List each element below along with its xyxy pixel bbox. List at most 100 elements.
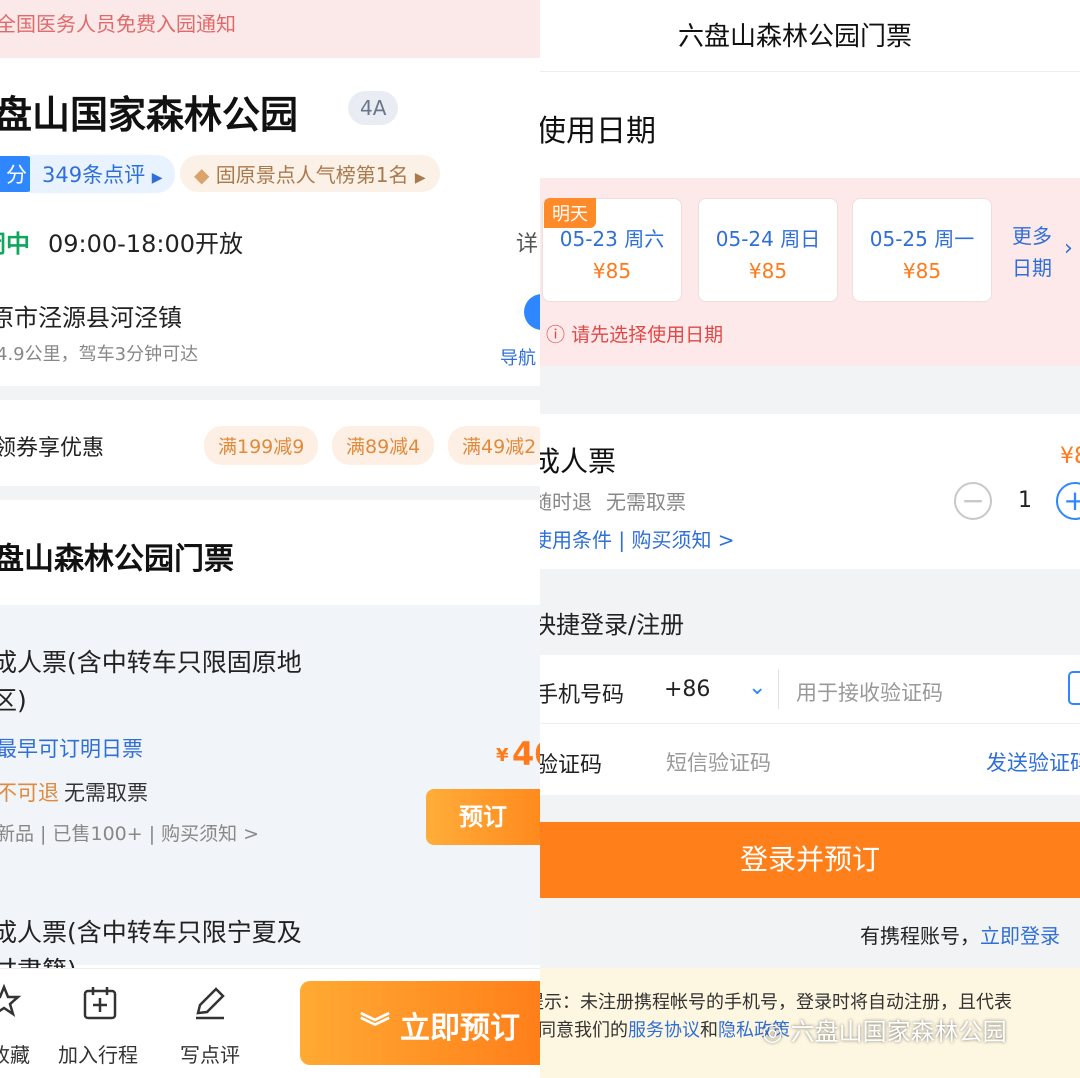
left-screen: 全国医务人员免费入园通知 盘山国家森林公园 4A 分 349条点评 ▶ ◆ 固原… xyxy=(0,0,540,1078)
coupon-3[interactable]: 满49减2 xyxy=(448,426,540,465)
rank-pill[interactable]: ◆ 固原景点人气榜第1名 ▶ xyxy=(180,155,440,192)
date-heading: 使用日期 xyxy=(540,114,656,149)
conditions-link[interactable]: 使用条件 | 购买须知 > xyxy=(540,524,735,553)
favorite-label[interactable]: 收藏 xyxy=(0,1039,30,1068)
date-card-3[interactable]: 05-25 周一 ¥85 xyxy=(852,198,992,302)
chevron-right-icon[interactable]: › xyxy=(1064,236,1073,261)
pencil-icon[interactable] xyxy=(192,985,228,1021)
coupon-2[interactable]: 满89减4 xyxy=(332,426,435,465)
phone-label: 手机号码 xyxy=(540,683,625,708)
earliest-booking: 最早可订明日票 xyxy=(0,737,143,761)
date-price: ¥85 xyxy=(748,259,788,283)
open-status: 闭中 xyxy=(0,230,30,258)
more-dates-button[interactable]: 更多 日期 xyxy=(1012,220,1052,284)
header: 六盘山森林公园门票 xyxy=(540,0,1080,72)
details-link[interactable]: 详 xyxy=(516,226,538,258)
ticket-name-line2: 区) xyxy=(0,686,27,715)
address: 原市泾源县河泾镇 xyxy=(0,304,182,332)
ticket-item-1[interactable]: 成人票(含中转车只限固原地 区) 最早可订明日票 不可退 无需取票 新品 | 已… xyxy=(0,605,540,985)
tip-and-text: 和 xyxy=(700,1020,718,1041)
attraction-info-card: 盘山国家森林公园 4A 分 349条点评 ▶ ◆ 固原景点人气榜第1名 ▶ 闭中… xyxy=(0,58,540,386)
notice-text: 全国医务人员免费入园通知 xyxy=(0,12,236,36)
quantity-value: 1 xyxy=(1018,488,1032,513)
ticket2-name-line1: 成人票(含中转车只限宁夏及 xyxy=(0,918,302,947)
section-title: 盘山森林公园门票 xyxy=(0,542,234,577)
add-trip-icon[interactable] xyxy=(82,985,118,1021)
has-account-text: 有携程账号， xyxy=(860,924,980,948)
coupon-label: 领券享优惠 xyxy=(0,436,105,461)
watermark: ◎ 六盘山国家森林公园 xyxy=(762,1012,1007,1047)
form-divider xyxy=(540,723,1080,724)
quantity-increase-button[interactable]: + xyxy=(1056,482,1080,520)
diamond-icon: ◆ xyxy=(194,163,210,187)
ticket-meta[interactable]: 新品 | 已售100+ | 购买须知 > xyxy=(0,819,259,846)
quantity-decrease-button[interactable]: − xyxy=(954,482,992,520)
watermark-text: 六盘山国家森林公园 xyxy=(790,1018,1007,1046)
date-price: ¥85 xyxy=(592,259,632,283)
login-form: 手机号码 +86 ⌄ 用于接收验证码 验证码 短信验证码 发送验证码 xyxy=(540,655,1080,795)
navigation-icon[interactable] xyxy=(524,294,540,330)
date-card-2[interactable]: 05-24 周日 ¥85 xyxy=(698,198,838,302)
tip-line2: 同意我们的服务协议和隐私政策 xyxy=(540,1016,790,1042)
login-section-header: 快捷登录/注册 xyxy=(540,585,1080,655)
wechat-icon: ◎ xyxy=(762,1018,783,1046)
date-text: 05-24 周日 xyxy=(715,227,821,251)
add-trip-label[interactable]: 加入行程 xyxy=(58,1039,138,1068)
refund-policy: 随时退 xyxy=(540,490,592,514)
price-currency: ¥ xyxy=(496,745,509,766)
more-dates-line1: 更多 xyxy=(1012,224,1052,248)
chevron-right-icon: ▶ xyxy=(414,170,426,186)
adult-ticket-name: 成人票 xyxy=(540,445,617,478)
phone-input[interactable]: 用于接收验证码 xyxy=(796,677,943,707)
date-picker: 05-23 周六 ¥85 明天 05-24 周日 ¥85 05-25 周一 ¥8… xyxy=(540,178,1080,366)
reviews-link[interactable]: 349条点评 ▶ xyxy=(30,155,175,193)
adult-ticket-price: ¥8 xyxy=(1060,444,1080,469)
address-book-icon[interactable] xyxy=(1068,671,1080,705)
send-code-button[interactable]: 发送验证码 xyxy=(986,747,1080,777)
code-input[interactable]: 短信验证码 xyxy=(666,747,771,777)
notice-banner[interactable]: 全国医务人员免费入园通知 xyxy=(0,0,540,58)
book-now-label: 立即预订 xyxy=(400,1011,520,1046)
chevron-down-icon[interactable]: ⌄ xyxy=(748,675,766,700)
date-error-text: 请先选择使用日期 xyxy=(571,324,724,346)
ticket-name-line1: 成人票(含中转车只限固原地 xyxy=(0,648,302,677)
refund-policy: 不可退 xyxy=(0,781,59,805)
score-box: 分 xyxy=(0,156,33,192)
rating-badge: 4A xyxy=(348,91,399,125)
login-now-link[interactable]: 立即登录 xyxy=(980,924,1060,948)
adult-ticket-row: 成人票 ¥8 随时退 无需取票 使用条件 | 购买须知 > − 1 + xyxy=(540,414,1080,569)
right-screen: 六盘山森林公园门票 使用日期 05-23 周六 ¥85 明天 05-24 周日 … xyxy=(540,0,1080,1078)
service-agreement-link[interactable]: 服务协议 xyxy=(628,1020,700,1041)
has-account-row: 有携程账号，立即登录 xyxy=(860,920,1060,949)
book-now-button[interactable]: ︾ 立即预订 xyxy=(300,981,540,1065)
date-text: 05-25 周一 xyxy=(869,227,975,251)
coupon-1[interactable]: 满199减9 xyxy=(204,426,319,465)
tip-agree-text: 同意我们的 xyxy=(540,1020,628,1041)
coupon-row[interactable]: 领券享优惠 满199减9 满89减4 满49减2 xyxy=(0,400,540,486)
registration-tip: 提示：未注册携程帐号的手机号，登录时将自动注册，且代表 同意我们的服务协议和隐私… xyxy=(540,968,1080,1078)
reviews-count: 349条点评 xyxy=(42,163,146,187)
code-label: 验证码 xyxy=(540,753,603,778)
attraction-title: 盘山国家森林公园 xyxy=(0,93,299,137)
date-price: ¥85 xyxy=(902,259,942,283)
pickup-policy: 无需取票 xyxy=(606,490,686,514)
country-code-select[interactable]: +86 xyxy=(664,677,710,702)
bottom-action-bar: 收藏 加入行程 写点评 ︾ 立即预订 xyxy=(0,968,540,1078)
book-button[interactable]: 预订 xyxy=(426,789,540,845)
distance: 4.9公里，驾车3分钟可达 xyxy=(0,344,199,365)
favorite-icon[interactable] xyxy=(0,983,22,1019)
navigation-label[interactable]: 导航 xyxy=(500,344,536,370)
login-heading: 快捷登录/注册 xyxy=(540,611,685,639)
write-review-label[interactable]: 写点评 xyxy=(180,1039,240,1068)
header-title: 六盘山森林公园门票 xyxy=(678,22,913,52)
double-chevron-down-icon: ︾ xyxy=(360,1011,390,1046)
field-divider xyxy=(778,669,779,709)
login-and-book-button[interactable]: 登录并预订 xyxy=(540,822,1080,898)
tomorrow-tag: 明天 xyxy=(544,198,596,228)
ticket-price: 40 xyxy=(512,735,540,773)
rank-text: 固原景点人气榜第1名 xyxy=(215,163,409,187)
pickup-policy: 无需取票 xyxy=(64,781,148,805)
open-hours: 09:00-18:00开放 xyxy=(48,230,243,258)
date-error: ⓘ 请先选择使用日期 xyxy=(546,320,723,347)
chevron-right-icon: ▶ xyxy=(151,170,163,186)
